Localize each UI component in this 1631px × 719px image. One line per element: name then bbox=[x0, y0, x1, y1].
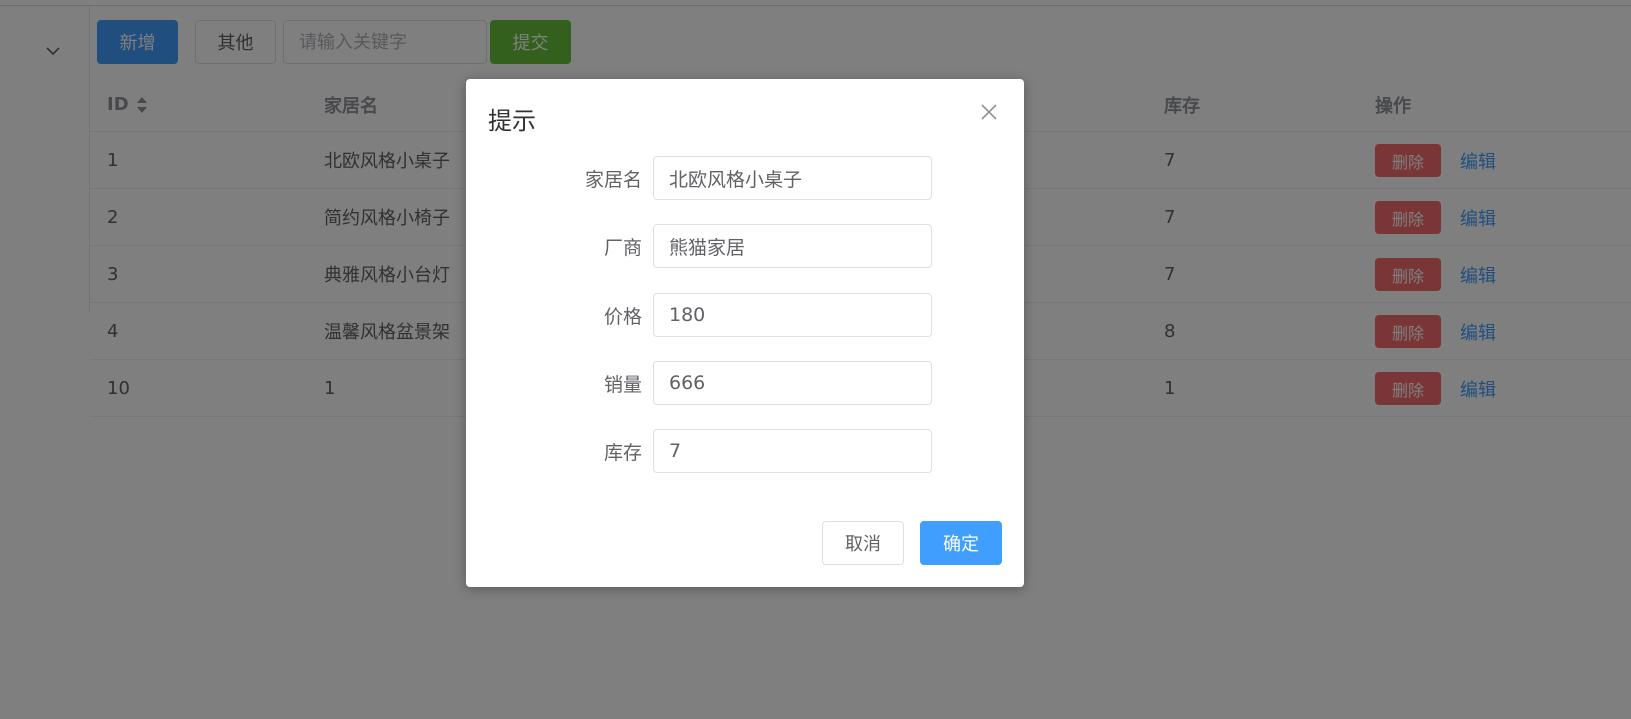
field-label: 价格 bbox=[603, 305, 642, 328]
form-row-price: 价格 bbox=[466, 293, 1024, 337]
sales-field[interactable] bbox=[653, 361, 932, 405]
field-label: 厂商 bbox=[603, 236, 642, 259]
page: 新增 其他 提交 ID 家居名 库存 操作 1 北欧风格小桌子 7 删除 编辑 … bbox=[0, 0, 1631, 719]
dialog-title: 提示 bbox=[488, 107, 536, 135]
form-row-maker: 厂商 bbox=[466, 224, 1024, 268]
edit-dialog: 提示 家居名 厂商 价格 销量 库存 取消 确定 bbox=[466, 79, 1024, 587]
form-row-stock: 库存 bbox=[466, 429, 1024, 473]
field-label: 家居名 bbox=[584, 168, 642, 191]
cancel-button[interactable]: 取消 bbox=[822, 521, 904, 565]
close-icon[interactable] bbox=[978, 101, 1000, 123]
field-label: 销量 bbox=[603, 373, 642, 396]
form-row-sales: 销量 bbox=[466, 361, 1024, 405]
field-label: 库存 bbox=[603, 441, 642, 464]
stock-field[interactable] bbox=[653, 429, 932, 473]
maker-field[interactable] bbox=[653, 224, 932, 268]
confirm-button[interactable]: 确定 bbox=[920, 521, 1002, 565]
form-row-name: 家居名 bbox=[466, 156, 1024, 200]
price-field[interactable] bbox=[653, 293, 932, 337]
name-field[interactable] bbox=[653, 156, 932, 200]
